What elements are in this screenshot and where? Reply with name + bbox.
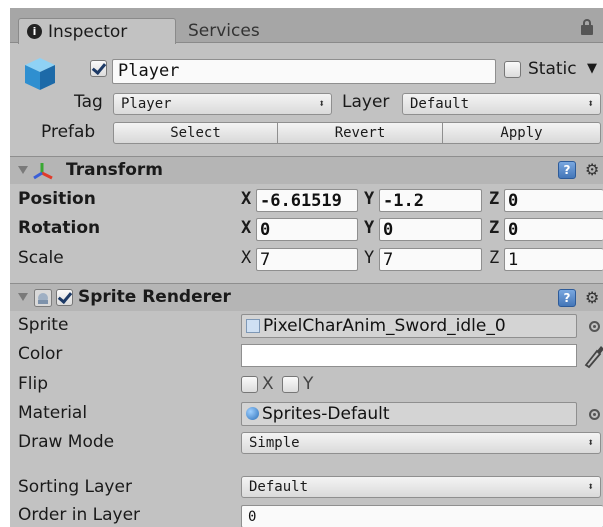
tab-services-label: Services <box>188 20 260 41</box>
scale-y-label[interactable]: Y <box>364 248 374 268</box>
sprite-renderer-title: Sprite Renderer <box>78 287 231 307</box>
tab-services[interactable]: Services <box>180 18 300 43</box>
tab-bar: i Inspector Services <box>10 8 603 44</box>
tag-label: Tag <box>74 92 103 112</box>
lock-icon[interactable] <box>581 19 593 35</box>
dropdown-arrow-icon: ⬍ <box>318 97 325 110</box>
scale-y-field[interactable]: 7 <box>379 248 482 271</box>
material-object-field[interactable]: Sprites-Default <box>241 402 577 426</box>
layer-dropdown[interactable]: Default ⬍ <box>402 93 601 115</box>
sprite-object-field[interactable]: PixelCharAnim_Sword_idle_0 <box>241 314 577 338</box>
flip-x-label: X <box>262 374 274 394</box>
help-icon[interactable]: ? <box>558 161 576 179</box>
draw-mode-value: Simple <box>249 435 300 451</box>
gear-icon[interactable]: ⚙ <box>585 289 599 307</box>
layer-label: Layer <box>342 92 390 112</box>
info-icon: i <box>27 24 42 39</box>
position-x-field[interactable]: -6.61519 <box>256 189 358 212</box>
layer-value: Default <box>410 96 470 112</box>
static-label: Static <box>528 59 577 79</box>
cube-icon <box>25 58 55 90</box>
eyedropper-icon[interactable] <box>582 343 603 369</box>
tag-dropdown[interactable]: Player ⬍ <box>113 93 332 115</box>
rotation-z-field[interactable]: 0 <box>504 218 603 241</box>
flip-y-checkbox[interactable] <box>282 376 299 393</box>
position-z-label[interactable]: Z <box>489 189 499 209</box>
scale-z-field[interactable]: 1 <box>504 248 603 271</box>
static-checkbox[interactable] <box>504 61 521 78</box>
sprite-renderer-header[interactable]: Sprite Renderer ? ⚙ <box>10 283 603 311</box>
prefab-select-button[interactable]: Select <box>113 122 278 144</box>
rotation-y-field[interactable]: 0 <box>379 218 482 241</box>
object-name-field[interactable]: Player <box>112 59 496 84</box>
position-z-field[interactable]: 0 <box>504 189 603 212</box>
active-checkbox[interactable] <box>90 60 107 77</box>
sorting-layer-label: Sorting Layer <box>18 477 132 497</box>
rotation-x-label[interactable]: X <box>241 218 251 238</box>
transform-axes-icon <box>33 163 53 180</box>
dropdown-arrow-icon: ⬍ <box>587 480 594 493</box>
help-icon[interactable]: ? <box>558 289 576 307</box>
material-sphere-icon <box>246 407 259 420</box>
dropdown-arrow-icon: ⬍ <box>587 97 594 110</box>
tab-inspector-label: Inspector <box>48 21 128 42</box>
sorting-layer-dropdown[interactable]: Default ⬍ <box>241 476 601 498</box>
transform-title: Transform <box>66 160 163 180</box>
order-in-layer-field[interactable]: 0 <box>241 505 603 527</box>
flip-y-label: Y <box>303 374 314 394</box>
scale-x-field[interactable]: 7 <box>256 248 358 271</box>
inspector-panel: i Inspector Services Player Static ▼ Tag… <box>10 8 603 527</box>
material-label: Material <box>18 403 88 423</box>
sprite-renderer-enabled-checkbox[interactable] <box>56 289 73 306</box>
color-swatch[interactable] <box>241 344 577 367</box>
object-picker-icon[interactable] <box>589 321 600 332</box>
scale-x-label[interactable]: X <box>241 248 251 268</box>
gear-icon[interactable]: ⚙ <box>585 161 599 179</box>
rotation-y-label[interactable]: Y <box>364 218 374 238</box>
prefab-apply-button[interactable]: Apply <box>442 122 601 144</box>
position-y-label[interactable]: Y <box>364 189 374 209</box>
position-x-label[interactable]: X <box>241 189 251 209</box>
tab-inspector[interactable]: i Inspector <box>18 18 176 44</box>
material-value: Sprites-Default <box>262 404 390 424</box>
rotation-x-field[interactable]: 0 <box>256 218 358 241</box>
sprite-renderer-icon <box>34 289 52 307</box>
rotation-label: Rotation <box>18 218 101 238</box>
object-picker-icon[interactable] <box>589 409 600 420</box>
static-dropdown-arrow-icon[interactable]: ▼ <box>587 61 597 76</box>
flip-x-checkbox[interactable] <box>241 376 258 393</box>
sorting-layer-value: Default <box>249 479 309 495</box>
flip-label: Flip <box>18 374 49 394</box>
tag-value: Player <box>121 96 172 112</box>
dropdown-arrow-icon: ⬍ <box>587 436 594 449</box>
rotation-z-label[interactable]: Z <box>489 218 499 238</box>
sprite-value: PixelCharAnim_Sword_idle_0 <box>263 316 506 336</box>
scale-label: Scale <box>18 248 64 268</box>
foldout-arrow-icon[interactable] <box>18 166 28 174</box>
prefab-revert-button[interactable]: Revert <box>277 122 443 144</box>
position-label: Position <box>18 189 96 209</box>
position-y-field[interactable]: -1.2 <box>379 189 482 212</box>
draw-mode-label: Draw Mode <box>18 432 115 452</box>
prefab-label: Prefab <box>41 122 96 142</box>
foldout-arrow-icon[interactable] <box>18 293 28 301</box>
draw-mode-dropdown[interactable]: Simple ⬍ <box>241 432 601 454</box>
sprite-label: Sprite <box>18 315 69 335</box>
order-in-layer-label: Order in Layer <box>18 505 141 525</box>
transform-header[interactable]: Transform ? ⚙ <box>10 156 603 184</box>
scale-z-label[interactable]: Z <box>489 248 499 268</box>
sprite-asset-icon <box>246 319 260 333</box>
color-label: Color <box>18 344 63 364</box>
